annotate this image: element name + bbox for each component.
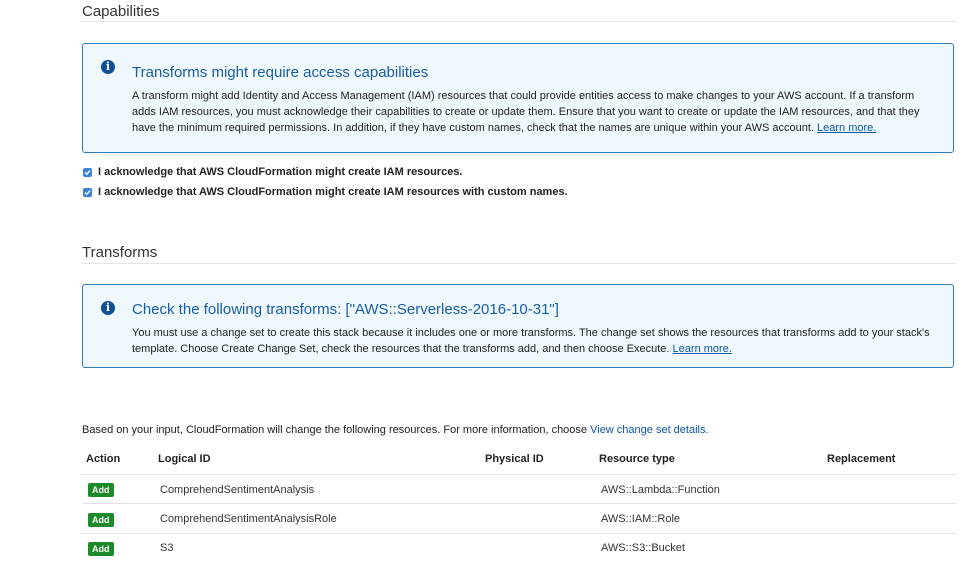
column-header-resource-type: Resource type [599, 453, 675, 465]
transforms-divider [82, 263, 956, 264]
capabilities-divider [82, 21, 956, 22]
ack-iam-custom-names[interactable]: I acknowledge that AWS CloudFormation mi… [83, 186, 568, 198]
logical-id-cell: ComprehendSentimentAnalysis [160, 484, 315, 496]
checkmark-icon [84, 169, 91, 175]
resource-type-cell: AWS::Lambda::Function [601, 484, 720, 496]
ack-iam-resources-label: I acknowledge that AWS CloudFormation mi… [98, 166, 463, 178]
column-header-logical-id: Logical ID [158, 453, 211, 465]
changes-intro-text: Based on your input, CloudFormation will… [82, 424, 588, 436]
transforms-info-line-text: template. Choose Create Change Set, chec… [132, 343, 670, 355]
ack-iam-custom-names-checkbox[interactable] [83, 187, 92, 197]
capabilities-info-box: i Transforms might require access capabi… [82, 43, 954, 153]
ack-iam-resources[interactable]: I acknowledge that AWS CloudFormation mi… [83, 166, 463, 178]
action-badge: Add [88, 542, 114, 556]
column-header-replacement: Replacement [827, 453, 896, 465]
resource-type-cell: AWS::IAM::Role [601, 513, 681, 525]
action-badge: Add [88, 483, 114, 497]
transforms-info-line: template. Choose Create Change Set, chec… [132, 341, 937, 357]
ack-iam-custom-names-label: I acknowledge that AWS CloudFormation mi… [98, 186, 568, 198]
capabilities-info-line-text: have the minimum required permissions. I… [132, 122, 814, 134]
action-badge: Add [88, 513, 114, 527]
capabilities-learn-more-link[interactable]: Learn more. [817, 122, 876, 134]
transforms-info-box: i Check the following transforms: ["AWS:… [82, 284, 954, 368]
info-icon: i [101, 60, 115, 74]
transforms-info-heading: Check the following transforms: ["AWS::S… [132, 301, 559, 318]
changes-intro: Based on your input, CloudFormation will… [82, 424, 709, 436]
column-header-physical-id: Physical ID [485, 453, 544, 465]
capabilities-info-line: adds IAM resources, you must acknowledge… [132, 106, 920, 118]
capabilities-title: Capabilities [82, 3, 160, 20]
table-header-divider [82, 474, 956, 475]
capabilities-info-line: have the minimum required permissions. I… [132, 120, 937, 136]
table-row-divider [82, 533, 956, 534]
checkmark-icon [84, 189, 91, 195]
ack-iam-resources-checkbox[interactable] [83, 167, 92, 177]
capabilities-info-line: A transform might add Identity and Acces… [132, 90, 915, 102]
logical-id-cell: S3 [160, 542, 174, 554]
info-icon: i [101, 301, 115, 315]
capabilities-info-body: A transform might add Identity and Acces… [132, 88, 937, 136]
transforms-info-line: You must use a change set to create this… [132, 327, 930, 339]
resource-type-cell: AWS::S3::Bucket [601, 542, 685, 554]
transforms-info-body: You must use a change set to create this… [132, 325, 937, 357]
view-change-set-details-link[interactable]: View change set details. [590, 424, 708, 436]
transforms-title: Transforms [82, 244, 158, 261]
column-header-action: Action [86, 453, 121, 465]
table-row-divider [82, 503, 956, 504]
transforms-learn-more-link[interactable]: Learn more. [673, 343, 732, 355]
logical-id-cell: ComprehendSentimentAnalysisRole [160, 513, 337, 525]
capabilities-info-heading: Transforms might require access capabili… [132, 64, 429, 81]
